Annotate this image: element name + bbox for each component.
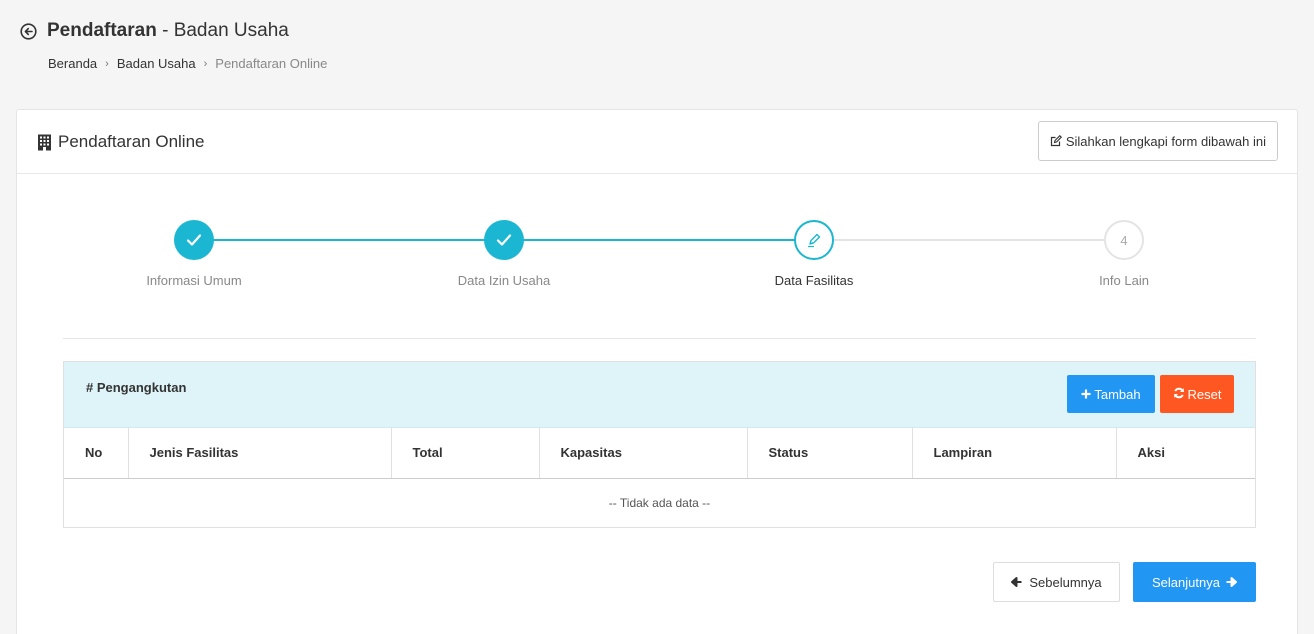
empty-table-message: -- Tidak ada data -- [608,495,711,510]
breadcrumb-separator: › [105,57,109,70]
divider [63,338,1256,339]
card-header: Pendaftaran Online Silahkan lengkapi for… [17,110,1297,174]
facility-panel: # Pengangkutan Tambah Reset No Jenis Fas… [63,361,1256,528]
step-4-number: 4 [1120,232,1128,248]
step-1-check[interactable] [174,220,214,260]
column-aksi: Aksi [1116,428,1255,479]
building-icon [37,134,52,151]
column-total: Total [391,428,540,479]
page-title-rest: - Badan Usaha [156,20,289,41]
step-3-label: Data Fasilitas [774,273,854,288]
previous-button-label: Sebelumnya [1029,574,1102,590]
breadcrumb-separator: › [203,57,208,70]
page-header: Pendaftaran - Badan Usaha Beranda › Bada… [20,20,327,71]
edit-icon [1050,134,1062,147]
form-hint-text: Silahkan lengkapi form dibawah ini [1065,133,1266,149]
step-2-check[interactable] [484,220,524,260]
step-3-current[interactable] [794,220,834,260]
back-arrow-icon[interactable] [20,22,37,40]
breadcrumb-beranda[interactable]: Beranda [48,56,97,71]
registration-card: Pendaftaran Online Silahkan lengkapi for… [16,109,1298,634]
arrow-right-icon [1226,577,1237,587]
step-2-label: Data Izin Usaha [457,273,551,288]
step-4-label: Info Lain [1099,273,1149,288]
column-jenis-fasilitas: Jenis Fasilitas [128,428,392,479]
table-row: -- Tidak ada data -- [64,478,1255,527]
pencil-icon [808,233,821,248]
table-header-row: No Jenis Fasilitas Total Kapasitas Statu… [64,428,1255,479]
facility-table: No Jenis Fasilitas Total Kapasitas Statu… [64,428,1255,527]
breadcrumb-badan-usaha[interactable]: Badan Usaha [117,56,196,71]
panel-title: # Pengangkutan [86,380,187,395]
check-icon [496,234,512,246]
card-title-text: Pendaftaran Online [58,132,205,151]
step-connector [814,239,1124,241]
next-button[interactable]: Selanjutnya [1133,562,1256,602]
column-kapasitas: Kapasitas [539,428,748,479]
reset-button[interactable]: Reset [1160,375,1234,413]
next-button-label: Selanjutnya [1152,574,1220,590]
add-button-label: Tambah [1094,386,1141,402]
panel-header: # Pengangkutan Tambah Reset [64,362,1255,428]
column-status: Status [747,428,913,479]
wizard-stepper: Informasi Umum Data Izin Usaha Data Fasi… [17,210,1299,300]
plus-icon [1081,387,1091,402]
step-connector [206,239,504,241]
add-button[interactable]: Tambah [1067,375,1155,413]
form-hint-button[interactable]: Silahkan lengkapi form dibawah ini [1037,121,1278,161]
step-connector [504,239,814,241]
breadcrumb-current: Pendaftaran Online [215,56,328,71]
page-title: Pendaftaran - Badan Usaha [20,20,327,42]
step-1-label: Informasi Umum [146,273,242,288]
column-no: No [64,428,129,479]
previous-button[interactable]: Sebelumnya [993,562,1120,602]
card-title: Pendaftaran Online [37,132,205,152]
step-4-pending[interactable]: 4 [1104,220,1144,260]
check-icon [186,234,202,246]
refresh-icon [1173,387,1185,402]
arrow-left-icon [1011,577,1022,587]
page-title-strong: Pendaftaran [47,20,157,41]
breadcrumb: Beranda › Badan Usaha › Pendaftaran Onli… [48,56,327,71]
column-lampiran: Lampiran [912,428,1117,479]
reset-button-label: Reset [1187,386,1222,402]
